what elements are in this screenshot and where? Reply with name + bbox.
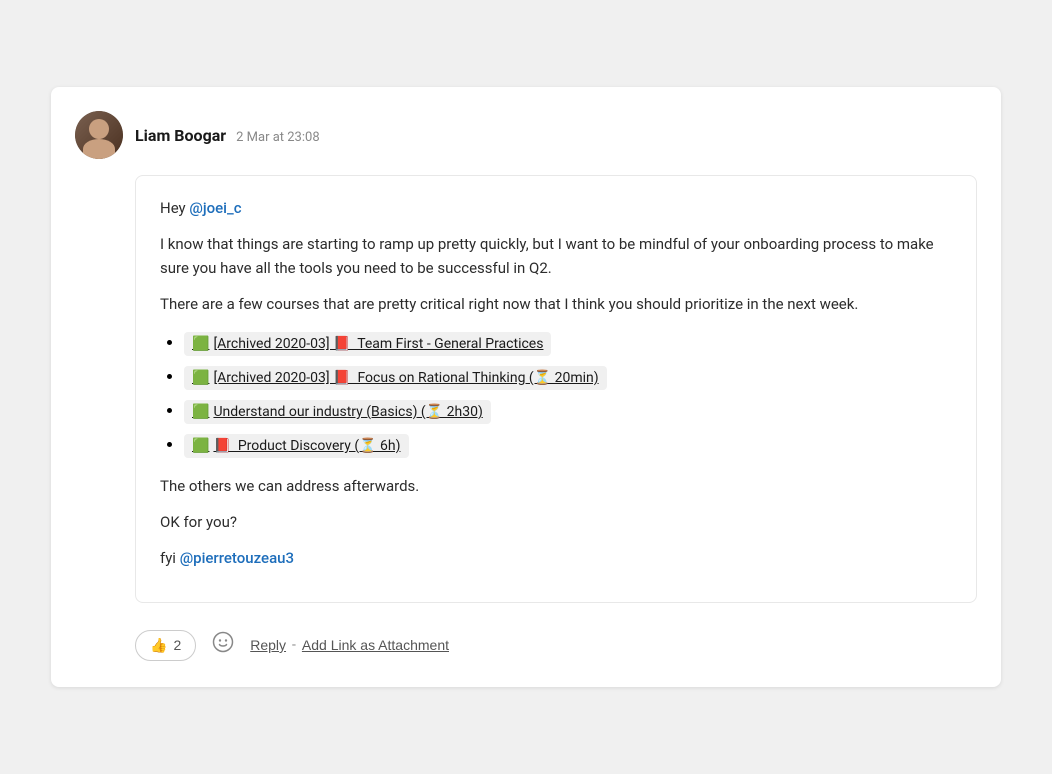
smiley-icon xyxy=(212,631,234,653)
avatar xyxy=(75,111,123,159)
action-links: Reply - Add Link as Attachment xyxy=(250,637,449,653)
message-footer: 👍 2 Reply - Add Link as Attachment xyxy=(135,619,977,663)
course-link-4-text: 📕 Product Discovery (⏳ 6h) xyxy=(213,438,400,454)
course-link-1-text: [Archived 2020-03] 📕 Team First - Genera… xyxy=(213,336,543,352)
course-link-3[interactable]: 🟩 Understand our industry (Basics) (⏳ 2h… xyxy=(184,400,491,424)
add-link-button[interactable]: Add Link as Attachment xyxy=(302,637,449,653)
separator: - xyxy=(292,637,296,653)
thumbs-up-reaction[interactable]: 👍 2 xyxy=(135,630,196,661)
course-link-4[interactable]: 🟩 📕 Product Discovery (⏳ 6h) xyxy=(184,434,409,458)
course-link-2-text: [Archived 2020-03] 📕 Focus on Rational T… xyxy=(213,370,598,386)
course-icon-3a: 🟩 xyxy=(192,404,209,420)
body-paragraph-2: There are a few courses that are pretty … xyxy=(160,292,952,316)
courses-list: 🟩 [Archived 2020-03] 📕 Team First - Gene… xyxy=(160,332,952,458)
body-paragraph-5: fyi @pierretouzeau3 xyxy=(160,546,952,570)
fyi-text: fyi xyxy=(160,549,180,567)
author-name: Liam Boogar xyxy=(135,126,226,145)
add-reaction-button[interactable] xyxy=(208,627,238,663)
mention-joei[interactable]: @joei_c xyxy=(189,199,241,217)
list-item: 🟩 Understand our industry (Basics) (⏳ 2h… xyxy=(184,400,952,424)
course-icon-1a: 🟩 xyxy=(192,336,209,352)
list-item: 🟩 [Archived 2020-03] 📕 Team First - Gene… xyxy=(184,332,952,356)
list-item: 🟩 📕 Product Discovery (⏳ 6h) xyxy=(184,434,952,458)
course-link-2[interactable]: 🟩 [Archived 2020-03] 📕 Focus on Rational… xyxy=(184,366,607,390)
course-icon-4a: 🟩 xyxy=(192,438,209,454)
reply-button[interactable]: Reply xyxy=(250,637,286,653)
avatar-image xyxy=(75,111,123,159)
list-item: 🟩 [Archived 2020-03] 📕 Focus on Rational… xyxy=(184,366,952,390)
course-icon-2a: 🟩 xyxy=(192,370,209,386)
course-link-3-text: Understand our industry (Basics) (⏳ 2h30… xyxy=(213,404,482,420)
reaction-count: 2 xyxy=(173,637,181,653)
greeting-line: Hey @joei_c xyxy=(160,196,952,220)
mention-pierre[interactable]: @pierretouzeau3 xyxy=(180,549,294,567)
body-paragraph-4: OK for you? xyxy=(160,510,952,534)
message-card: Liam Boogar 2 Mar at 23:08 Hey @joei_c I… xyxy=(51,87,1001,687)
reaction-emoji: 👍 xyxy=(150,637,167,654)
body-paragraph-1: I know that things are starting to ramp … xyxy=(160,232,952,280)
timestamp: 2 Mar at 23:08 xyxy=(236,130,320,145)
greeting-text: Hey xyxy=(160,199,189,217)
header-info: Liam Boogar 2 Mar at 23:08 xyxy=(135,126,320,145)
course-link-1[interactable]: 🟩 [Archived 2020-03] 📕 Team First - Gene… xyxy=(184,332,551,356)
message-header: Liam Boogar 2 Mar at 23:08 xyxy=(75,111,977,159)
message-body: Hey @joei_c I know that things are start… xyxy=(135,175,977,603)
body-paragraph-3: The others we can address afterwards. xyxy=(160,474,952,498)
